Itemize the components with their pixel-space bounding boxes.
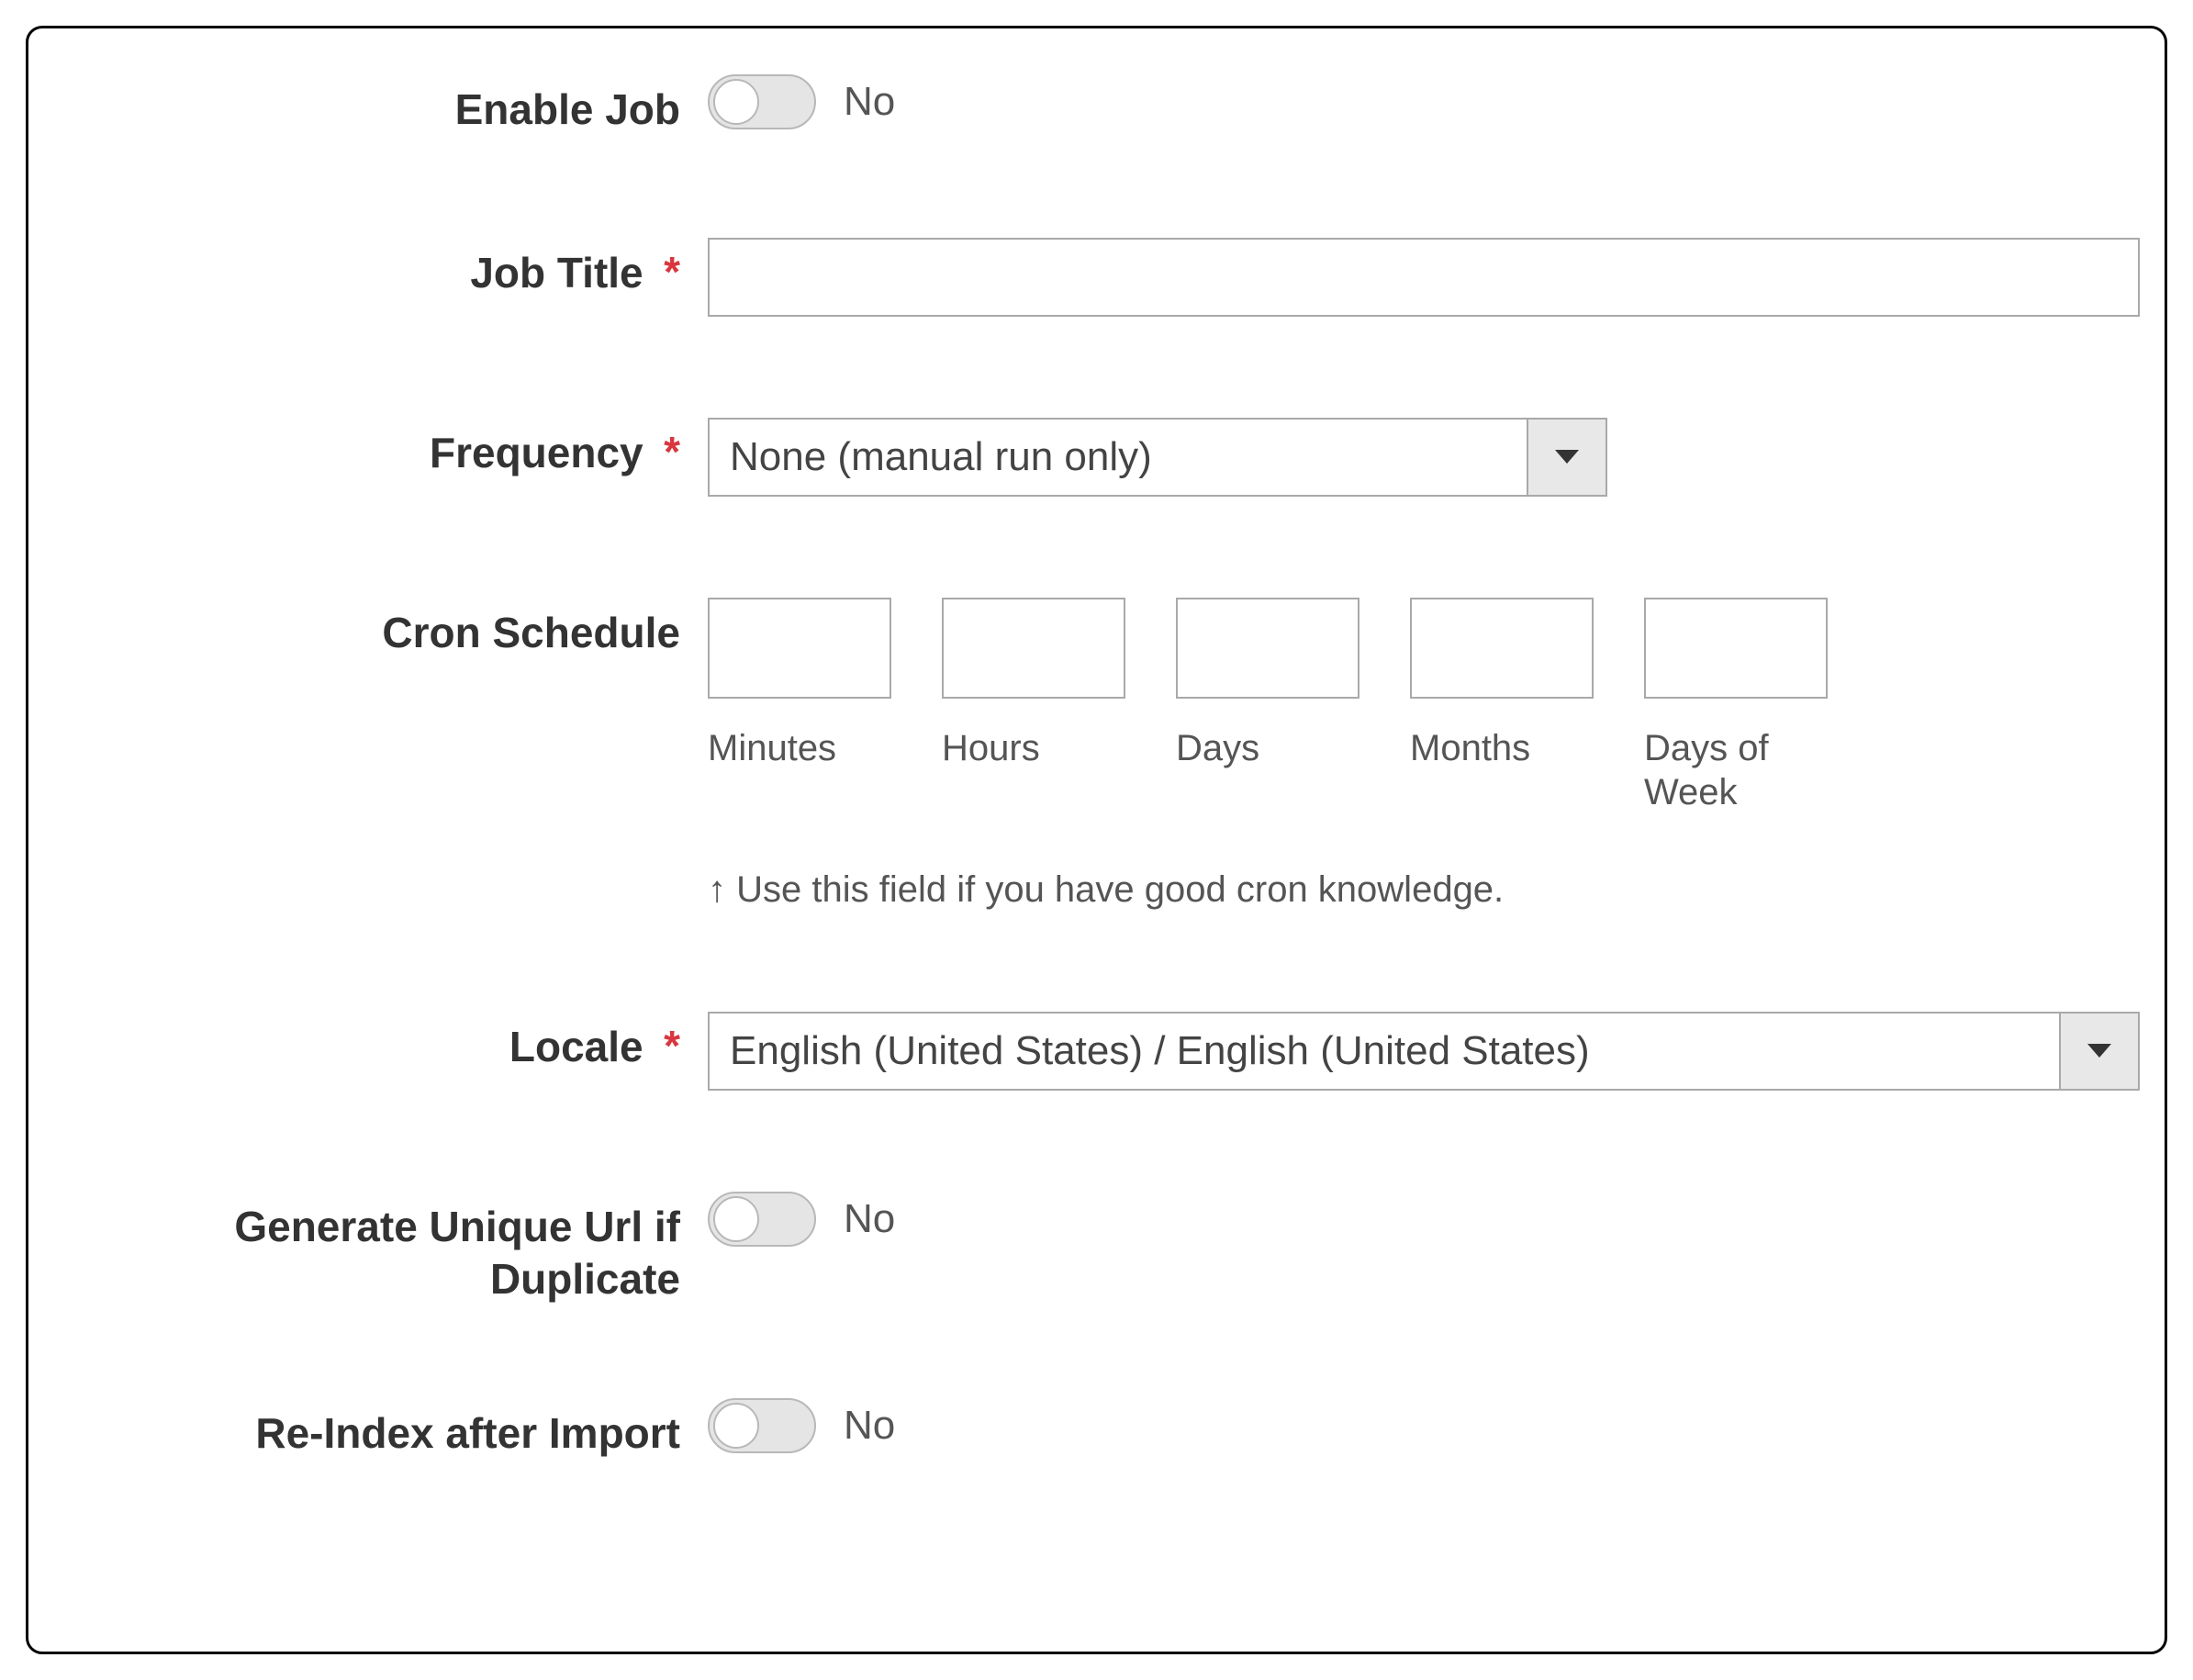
- frequency-selected: None (manual run only): [710, 420, 1527, 495]
- settings-panel: Enable Job No Job Title *: [26, 26, 2167, 1654]
- row-unique-url: Generate Unique Url if Duplicate No: [102, 1192, 2091, 1306]
- locale-dropdown-button[interactable]: [2059, 1014, 2138, 1089]
- cron-hint: ↑ Use this field if you have good cron k…: [708, 869, 2091, 911]
- locale-select[interactable]: English (United States) / English (Unite…: [708, 1012, 2140, 1091]
- required-asterisk-icon: *: [664, 248, 680, 296]
- cron-dow-input[interactable]: [1644, 598, 1828, 699]
- row-cron-schedule: Cron Schedule Minutes Hours Days: [102, 598, 2091, 911]
- enable-job-toggle[interactable]: [708, 74, 816, 129]
- required-asterisk-icon: *: [664, 428, 680, 476]
- cron-months-caption: Months: [1410, 726, 1594, 770]
- unique-url-state: No: [844, 1196, 895, 1242]
- toggle-knob-icon: [713, 1403, 759, 1449]
- cron-days-caption: Days: [1176, 726, 1359, 770]
- toggle-knob-icon: [713, 79, 759, 125]
- cron-days-input[interactable]: [1176, 598, 1359, 699]
- caret-down-icon: [2087, 1044, 2111, 1058]
- enable-job-state: No: [844, 79, 895, 125]
- cron-months-input[interactable]: [1410, 598, 1594, 699]
- cron-minutes-input[interactable]: [708, 598, 891, 699]
- locale-label: Locale: [509, 1021, 643, 1074]
- row-reindex: Re-Index after Import No: [102, 1398, 2091, 1461]
- cron-minutes-caption: Minutes: [708, 726, 891, 770]
- frequency-dropdown-button[interactable]: [1527, 420, 1606, 495]
- caret-down-icon: [1555, 450, 1579, 464]
- row-locale: Locale * English (United States) / Engli…: [102, 1012, 2091, 1091]
- frequency-label: Frequency: [430, 427, 643, 480]
- toggle-knob-icon: [713, 1196, 759, 1242]
- unique-url-label: Generate Unique Url if Duplicate: [166, 1201, 680, 1306]
- row-enable-job: Enable Job No: [102, 74, 2091, 137]
- locale-selected: English (United States) / English (Unite…: [710, 1014, 2059, 1089]
- unique-url-toggle[interactable]: [708, 1192, 816, 1247]
- required-asterisk-icon: *: [664, 1022, 680, 1070]
- cron-dow-caption: Days of Week: [1644, 726, 1828, 814]
- frequency-select[interactable]: None (manual run only): [708, 418, 1607, 497]
- cron-hours-caption: Hours: [942, 726, 1125, 770]
- row-job-title: Job Title *: [102, 238, 2091, 317]
- job-title-input[interactable]: [708, 238, 2140, 317]
- cron-hours-input[interactable]: [942, 598, 1125, 699]
- enable-job-label: Enable Job: [455, 84, 680, 137]
- cron-schedule-label: Cron Schedule: [382, 607, 680, 660]
- row-frequency: Frequency * None (manual run only): [102, 418, 2091, 497]
- reindex-state: No: [844, 1403, 895, 1449]
- reindex-toggle[interactable]: [708, 1398, 816, 1453]
- job-title-label: Job Title: [470, 247, 643, 300]
- reindex-label: Re-Index after Import: [255, 1407, 680, 1461]
